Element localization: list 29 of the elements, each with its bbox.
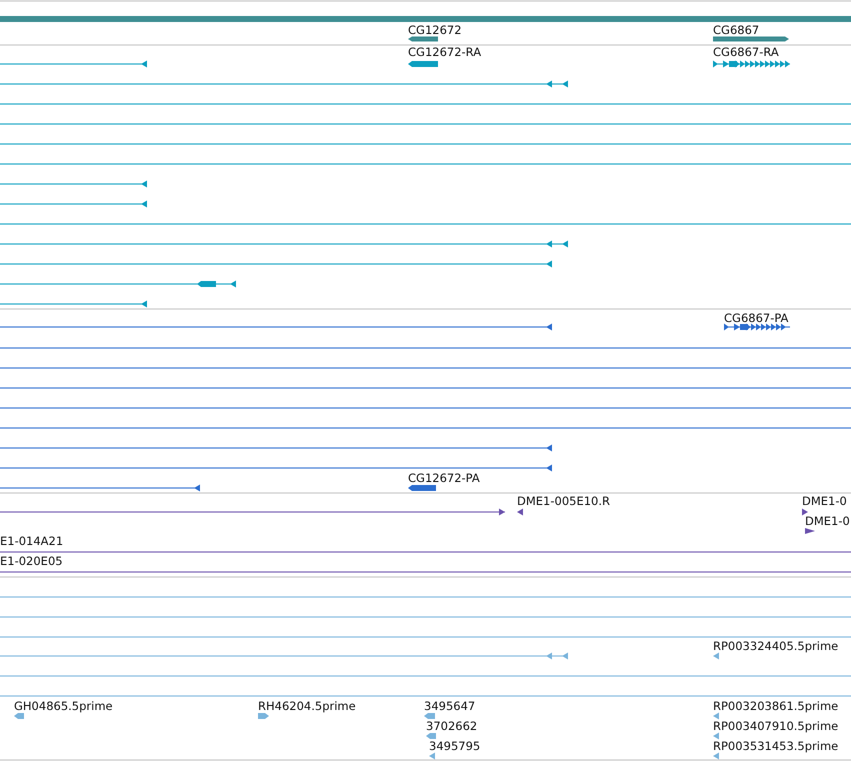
feature-glyph[interactable] [805, 528, 815, 534]
feature-label: CG12672-PA [408, 471, 480, 485]
feature-label: 3495647 [424, 699, 476, 713]
feature-glyph[interactable] [408, 61, 438, 67]
feature-label: GH04865.5prime [14, 699, 113, 713]
feature-label: E1-014A21 [0, 534, 64, 548]
feature-label: CG6867 [713, 23, 760, 37]
feature-label: CG12672 [408, 23, 462, 37]
feature-label: 3702662 [426, 719, 478, 733]
feature-label: RP003407910.5prime [713, 719, 838, 733]
feature-glyph[interactable] [802, 508, 808, 516]
feature-label: CG6867-PA [724, 311, 788, 325]
exon-train[interactable] [724, 324, 790, 330]
feature-label: E1-020E05 [0, 554, 63, 568]
feature-glyph[interactable] [713, 36, 789, 42]
feature-label: CG12672-RA [408, 45, 482, 59]
feature-label: RH46204.5prime [258, 699, 356, 713]
feature-glyph[interactable] [517, 508, 523, 516]
exon-train[interactable] [712, 60, 790, 68]
feature-label: DME1-0 [805, 514, 850, 528]
feature-label: DME1-0 [802, 494, 847, 508]
feature-label: 3495795 [429, 739, 480, 753]
feature-label: RP003531453.5prime [713, 739, 838, 753]
feature-label: CG6867-RA [713, 45, 779, 59]
feature-label: DME1-005E10.R [517, 494, 610, 508]
feature-label: RP003203861.5prime [713, 699, 838, 713]
feature-label: RP003324405.5prime [713, 639, 838, 653]
feature-glyph[interactable] [408, 485, 436, 491]
feature-glyph[interactable] [408, 36, 438, 42]
